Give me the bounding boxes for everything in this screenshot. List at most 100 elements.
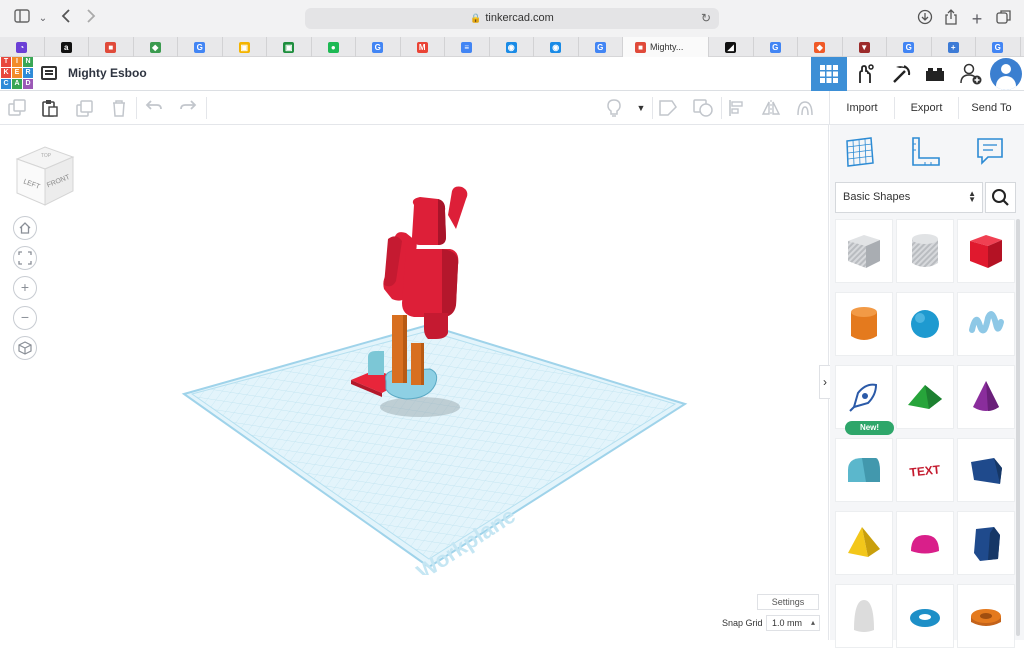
shape-search-button[interactable] — [985, 182, 1016, 213]
tab[interactable]: ◆ — [134, 37, 178, 57]
wedge-shape[interactable] — [957, 438, 1015, 502]
bricks-button[interactable] — [917, 57, 953, 91]
redo-icon[interactable] — [178, 99, 198, 117]
zoom-out-icon[interactable]: − — [13, 306, 37, 330]
sidebar-toggle-icon[interactable] — [12, 9, 32, 29]
snap-grid-select[interactable]: 1.0 mm — [766, 615, 820, 631]
3d-workspace[interactable]: TOP LEFT FRONT + − Workplane Settings Sn… — [0, 125, 829, 640]
tab[interactable]: ■ — [89, 37, 134, 57]
tinkercad-logo[interactable]: TIN KER CAD — [1, 57, 33, 89]
tab[interactable]: G — [754, 37, 798, 57]
group-icon[interactable] — [658, 99, 678, 117]
logo-letter: E — [12, 68, 22, 78]
tab[interactable]: M — [401, 37, 445, 57]
codeblocks-button[interactable] — [883, 57, 919, 91]
forward-icon[interactable] — [81, 9, 101, 29]
polygon-shape[interactable] — [957, 511, 1015, 575]
logo-letter: T — [1, 57, 11, 67]
pyramid-shape[interactable] — [835, 511, 893, 575]
round-roof-shape[interactable] — [835, 438, 893, 502]
paraboloid-shape[interactable] — [835, 584, 893, 648]
send-to-button[interactable]: Send To — [958, 97, 1024, 119]
shape-generator-shape[interactable]: New! — [835, 365, 894, 435]
home-view-icon[interactable] — [13, 216, 37, 240]
undo-icon[interactable] — [144, 99, 164, 117]
tab[interactable]: ▼ — [843, 37, 887, 57]
tab[interactable]: ◢ — [709, 37, 754, 57]
box-hole-shape[interactable] — [835, 219, 893, 283]
shape-category-select[interactable]: Basic Shapes ▲ ▼ — [835, 182, 983, 213]
back-icon[interactable] — [56, 9, 76, 29]
3d-view-button[interactable] — [811, 57, 847, 91]
design-list-icon[interactable] — [41, 66, 57, 80]
invite-button[interactable] — [953, 57, 989, 91]
user-avatar[interactable] — [990, 58, 1022, 90]
shapes-panel: Basic Shapes ▲ ▼ New! TEXT — [830, 125, 1024, 648]
tab[interactable]: ▣ — [267, 37, 312, 57]
ruler-tool-icon[interactable] — [908, 135, 942, 169]
circuits-button[interactable] — [847, 57, 883, 91]
view-cube[interactable]: TOP LEFT FRONT — [15, 145, 75, 212]
tab[interactable]: ◆ — [798, 37, 843, 57]
share-icon[interactable] — [941, 9, 961, 29]
chevron-down-icon[interactable]: ⌄ — [33, 9, 53, 29]
cylinder-shape[interactable] — [835, 292, 893, 356]
tab-active[interactable]: ■ Mighty... — [623, 37, 709, 57]
shape-panel-scrollbar[interactable] — [1016, 219, 1020, 636]
tab[interactable]: ◉ — [534, 37, 579, 57]
delete-icon[interactable] — [109, 99, 129, 117]
tab[interactable]: ▣ — [223, 37, 267, 57]
cruise-icon[interactable] — [795, 99, 815, 117]
box-shape[interactable] — [957, 219, 1015, 283]
tab[interactable]: ◔ — [0, 37, 45, 57]
copy-icon[interactable] — [7, 99, 27, 117]
ungroup-icon[interactable] — [693, 99, 713, 117]
address-bar[interactable]: 🔒 tinkercad.com ↻ — [305, 8, 719, 29]
perspective-icon[interactable] — [13, 336, 37, 360]
text-shape[interactable]: TEXT — [896, 438, 954, 502]
lightbulb-icon[interactable] — [604, 99, 624, 117]
workplane[interactable] — [181, 323, 688, 569]
logo-letter: D — [23, 79, 33, 89]
tab[interactable]: G — [887, 37, 932, 57]
tab[interactable]: ● — [312, 37, 356, 57]
torus-shape[interactable] — [896, 584, 954, 648]
tab[interactable]: G — [178, 37, 223, 57]
design-title[interactable]: Mighty Esboo — [68, 66, 147, 80]
scribble-shape[interactable] — [957, 292, 1015, 356]
tab[interactable]: + — [932, 37, 976, 57]
tab[interactable]: G — [579, 37, 623, 57]
tab[interactable]: a — [45, 37, 89, 57]
download-icon[interactable] — [915, 9, 935, 29]
workplane-scene[interactable]: Workplane — [170, 185, 690, 575]
tab[interactable]: G — [356, 37, 401, 57]
tab-strip: ◔ a ■ ◆ G ▣ ▣ ● G M ≡ ◉ ◉ G ■ Mighty... ◢ G ◆ ▼ G + G — [0, 37, 1024, 57]
sphere-shape[interactable] — [896, 292, 954, 356]
roof-shape[interactable] — [896, 365, 954, 429]
google-favicon: G — [372, 41, 384, 53]
import-button[interactable]: Import — [830, 97, 894, 119]
cone-shape[interactable] — [957, 365, 1015, 429]
half-sphere-shape[interactable] — [896, 511, 954, 575]
zoom-in-icon[interactable]: + — [13, 276, 37, 300]
new-tab-icon[interactable]: + — [967, 9, 987, 29]
align-icon[interactable] — [727, 99, 747, 117]
fit-view-icon[interactable] — [13, 246, 37, 270]
workplane-tool-icon[interactable] — [843, 135, 877, 169]
settings-button[interactable]: Settings — [757, 594, 819, 610]
tab[interactable]: ≡ — [445, 37, 490, 57]
reload-icon[interactable]: ↻ — [701, 8, 711, 29]
cylinder-hole-shape[interactable] — [896, 219, 954, 283]
tab-overview-icon[interactable] — [994, 9, 1014, 29]
tab[interactable]: G — [976, 37, 1021, 57]
export-button[interactable]: Export — [894, 97, 958, 119]
mirror-icon[interactable] — [761, 99, 781, 117]
notes-tool-icon[interactable] — [974, 135, 1008, 169]
caret-down-icon[interactable]: ▼ — [631, 99, 651, 117]
app-header: TIN KER CAD Mighty Esboo — [0, 57, 1024, 91]
paste-icon[interactable] — [40, 99, 60, 117]
tube-shape[interactable] — [957, 584, 1015, 648]
duplicate-icon[interactable] — [75, 99, 95, 117]
google-favicon: G — [194, 41, 206, 53]
tab[interactable]: ◉ — [490, 37, 534, 57]
